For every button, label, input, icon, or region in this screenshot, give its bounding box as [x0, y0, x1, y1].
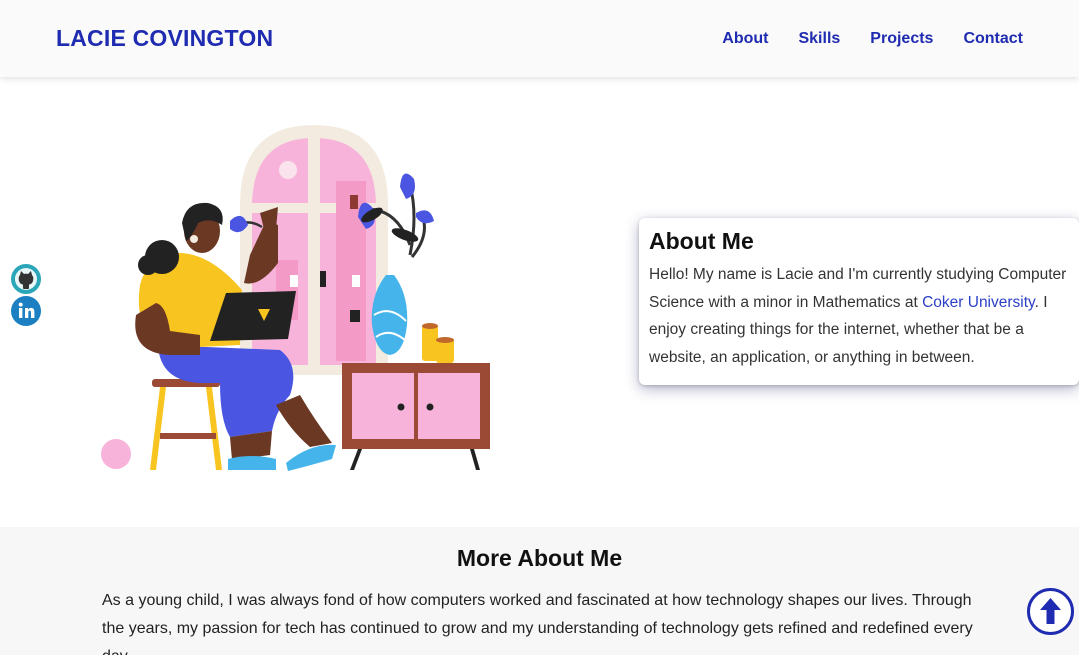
nav-about[interactable]: About — [722, 30, 768, 48]
about-title: About Me — [649, 228, 754, 254]
nav-projects[interactable]: Projects — [870, 30, 933, 48]
more-about-text: As a young child, I was always fond of h… — [102, 592, 973, 655]
about-text: Hello! My name is Lacie and I'm currentl… — [649, 261, 1067, 371]
nav-skills[interactable]: Skills — [798, 30, 840, 48]
main-nav: About Skills Projects Contact — [722, 30, 1023, 48]
more-about-title: More About Me — [456, 545, 623, 571]
brand-logo[interactable]: LACIE COVINGTON — [56, 25, 273, 52]
nav-contact[interactable]: Contact — [963, 30, 1023, 48]
site-header: LACIE COVINGTON About Skills Projects Co… — [0, 0, 1079, 77]
woman-with-laptop-illustration — [101, 125, 490, 471]
about-card: About Me Hello! My name is Lacie and I'm… — [639, 218, 1079, 385]
social-links — [11, 264, 43, 328]
arrow-up-circle-icon[interactable] — [1027, 588, 1074, 635]
university-link[interactable]: Coker University — [922, 294, 1035, 311]
github-icon[interactable] — [11, 264, 41, 294]
hero-section: About Me Hello! My name is Lacie and I'm… — [0, 77, 1079, 527]
linkedin-icon[interactable] — [11, 296, 41, 326]
more-about-section: More About Me As a young child, I was al… — [0, 527, 1079, 655]
